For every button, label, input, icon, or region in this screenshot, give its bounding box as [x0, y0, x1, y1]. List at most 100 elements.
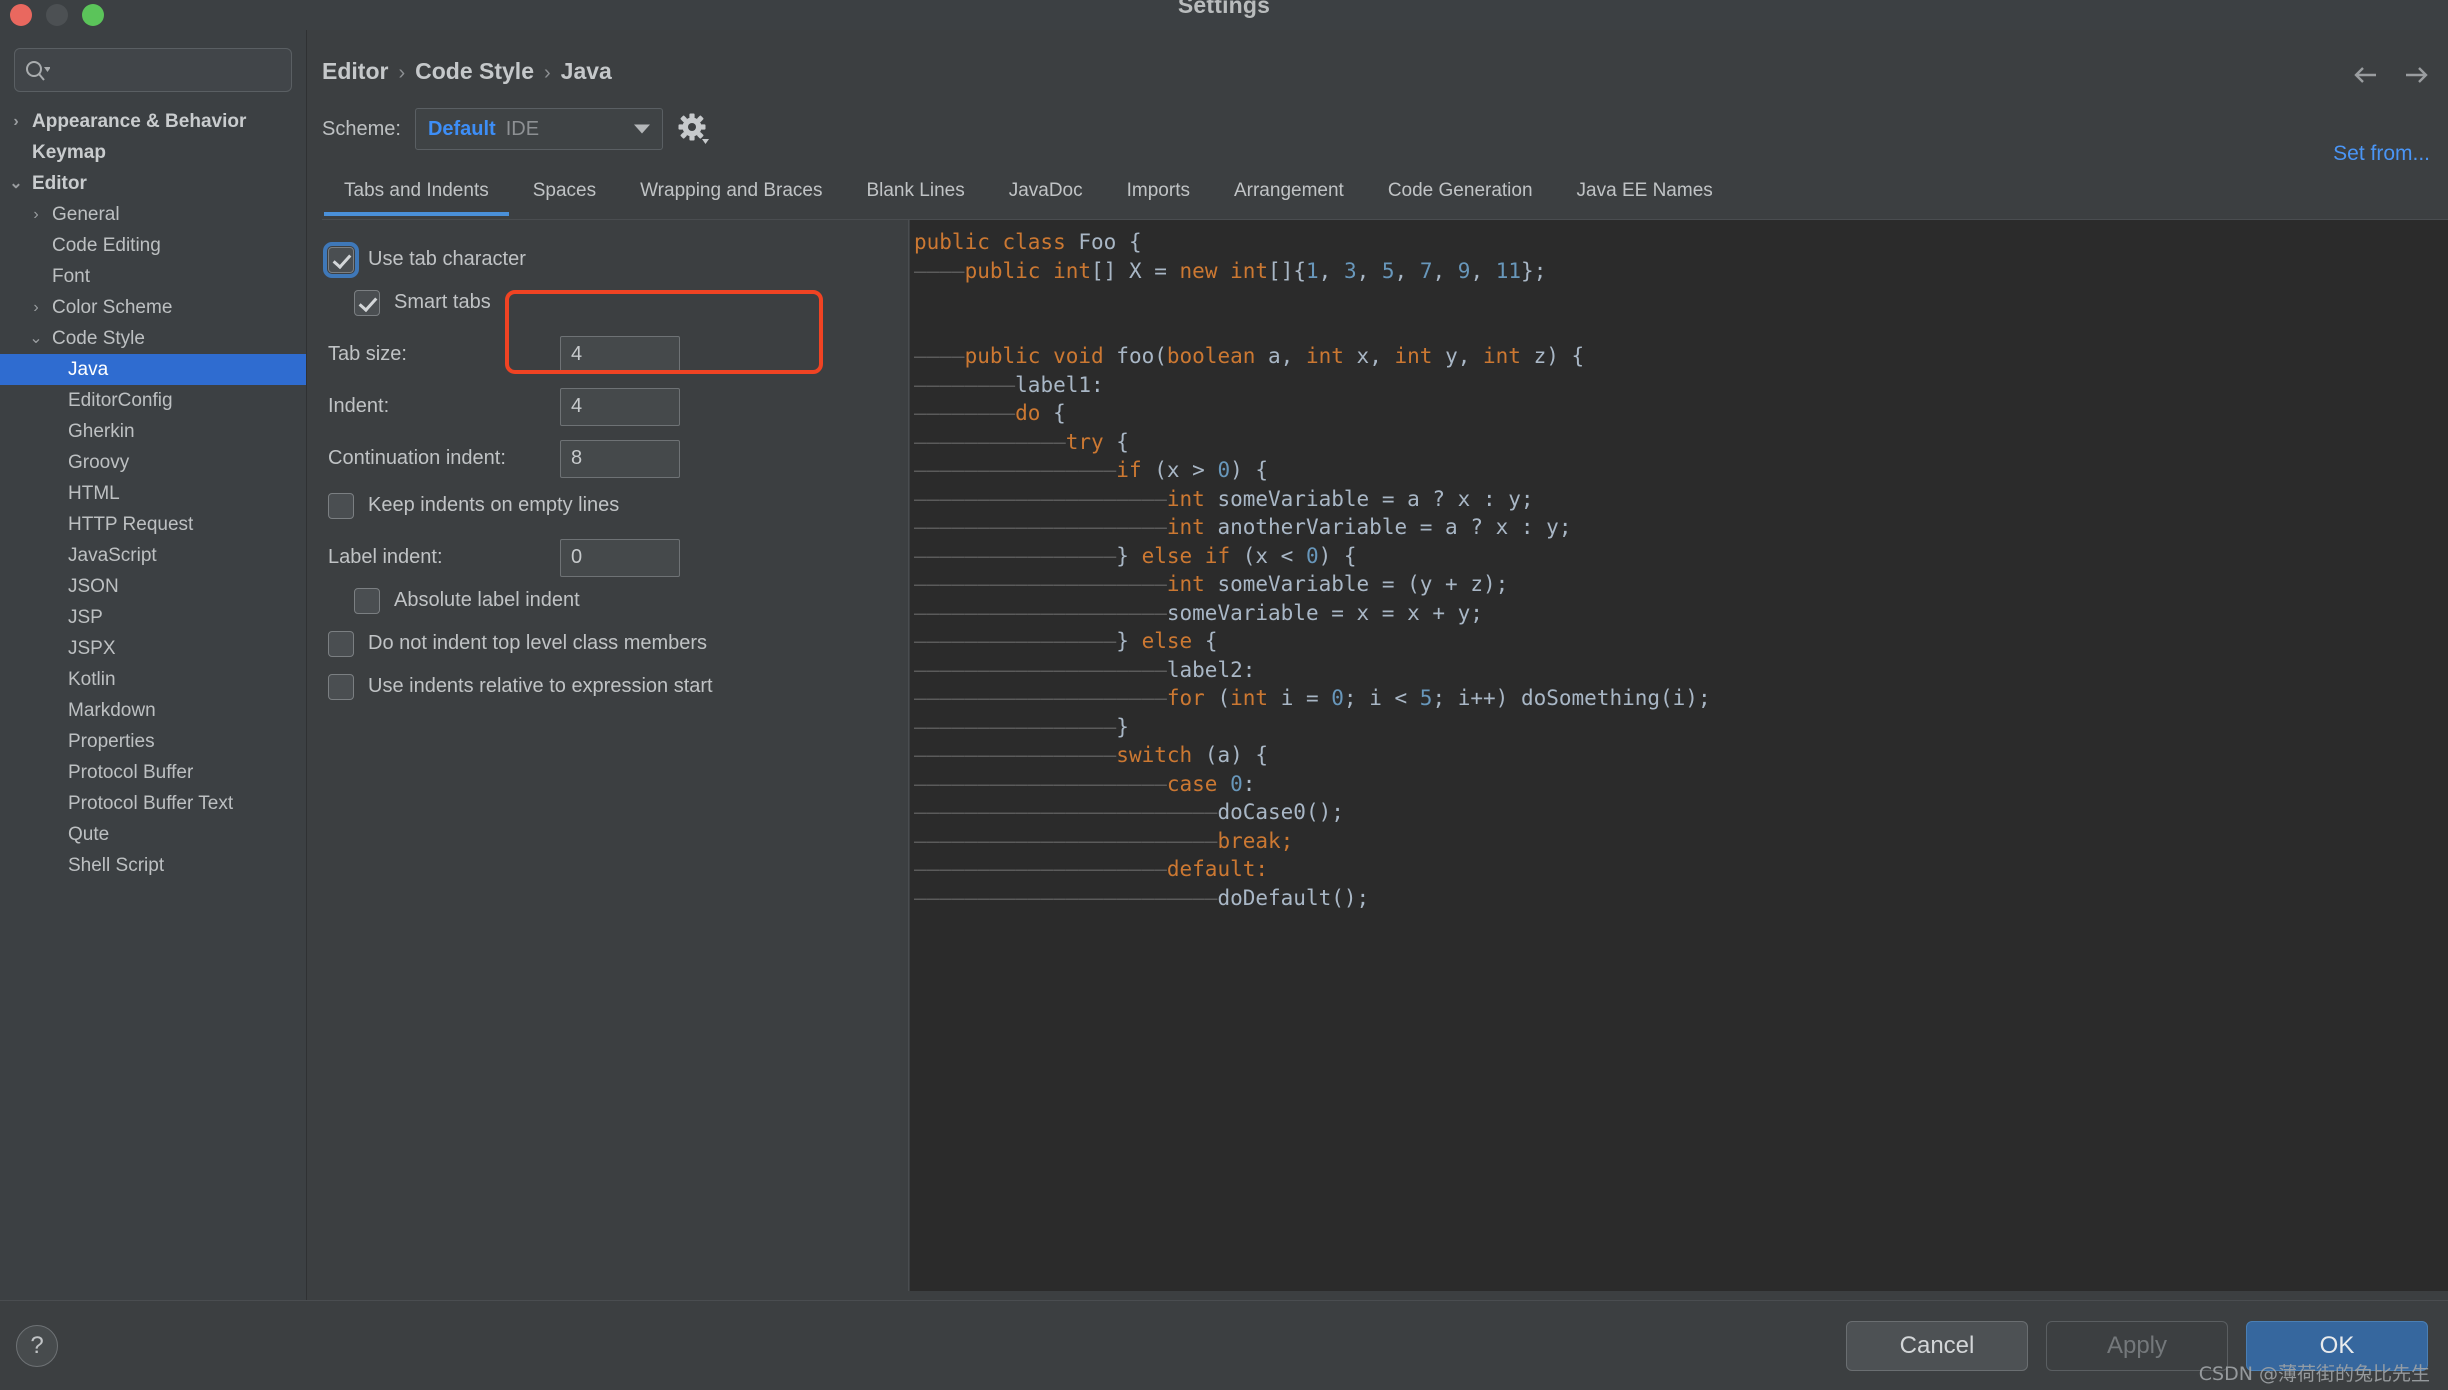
- sidebar-item-gherkin[interactable]: Gherkin: [0, 416, 306, 447]
- tab-spaces[interactable]: Spaces: [511, 176, 618, 216]
- chevron-down-icon[interactable]: ⌄: [28, 323, 44, 354]
- sidebar-item-protocol-buffer[interactable]: Protocol Buffer: [0, 757, 306, 788]
- settings-dialog: Settings › Appearance & Behavior Keymap ⌄ Ed…: [0, 0, 2448, 1390]
- sidebar-item-shell-script[interactable]: Shell Script: [0, 850, 306, 881]
- continuation-indent-row: Continuation indent:: [328, 437, 888, 480]
- absolute-label-indent-row[interactable]: Absolute label indent: [354, 579, 888, 622]
- code-keyword: default:: [1166, 857, 1269, 881]
- sidebar-item-color-scheme[interactable]: › Color Scheme: [0, 292, 306, 323]
- sidebar-item-jspx[interactable]: JSPX: [0, 633, 306, 664]
- code-line: ————————————————}: [914, 713, 2448, 742]
- sidebar-item-jsp[interactable]: JSP: [0, 602, 306, 633]
- label-indent-input[interactable]: [560, 538, 680, 577]
- use-tab-character-row[interactable]: Use tab character: [323, 238, 888, 281]
- code-number: 9: [1457, 258, 1471, 283]
- smart-tabs-row[interactable]: Smart tabs: [354, 281, 888, 324]
- set-from-link[interactable]: Set from...: [2333, 142, 2430, 166]
- chevron-right-icon[interactable]: ›: [28, 292, 44, 323]
- code-line: ————————————————————default:: [914, 855, 2448, 884]
- tab-indent-marker: ————————————————: [914, 543, 1117, 568]
- do-not-indent-top-level-checkbox[interactable]: [328, 630, 354, 657]
- sidebar-item-markdown[interactable]: Markdown: [0, 695, 306, 726]
- sidebar-item-label: Qute: [68, 824, 110, 845]
- tab-code-generation[interactable]: Code Generation: [1366, 176, 1555, 216]
- tab-blank-lines[interactable]: Blank Lines: [844, 176, 986, 216]
- sidebar-item-general[interactable]: › General: [0, 199, 306, 230]
- keep-indents-on-empty-lines-row[interactable]: Keep indents on empty lines: [328, 484, 888, 527]
- tabs-and-indents-options: Use tab character Smart tabs Tab size: I…: [308, 220, 909, 1291]
- code-line: public class Foo {: [914, 228, 2448, 257]
- code-text: (: [1217, 686, 1231, 710]
- sidebar-item-html[interactable]: HTML: [0, 478, 306, 509]
- smart-tabs-checkbox[interactable]: [354, 289, 380, 316]
- help-button[interactable]: ?: [16, 1325, 58, 1367]
- chevron-down-icon[interactable]: ⌄: [8, 168, 24, 199]
- sidebar-item-code-style[interactable]: ⌄ Code Style: [0, 323, 306, 354]
- sidebar-item-label: JSP: [68, 607, 103, 628]
- code-text: ,: [1470, 258, 1496, 283]
- sidebar-item-properties[interactable]: Properties: [0, 726, 306, 757]
- sidebar-item-font[interactable]: Font: [0, 261, 306, 292]
- gear-icon[interactable]: [677, 112, 711, 146]
- continuation-indent-input[interactable]: [560, 439, 680, 478]
- tab-javadoc[interactable]: JavaDoc: [987, 176, 1105, 216]
- code-number: 11: [1495, 258, 1522, 283]
- sidebar-item-keymap[interactable]: Keymap: [0, 137, 306, 168]
- search-icon: [24, 59, 51, 83]
- code-line: ————public int[] X = new int[]{1, 3, 5, …: [914, 257, 2448, 286]
- sidebar-item-http-request[interactable]: HTTP Request: [0, 509, 306, 540]
- breadcrumb-item[interactable]: Editor: [322, 58, 388, 84]
- chevron-down-icon: [633, 124, 650, 134]
- code-text: anotherVariable = a ? x : y;: [1217, 515, 1572, 539]
- arrow-left-icon[interactable]: [2352, 62, 2380, 88]
- cancel-button[interactable]: Cancel: [1846, 1321, 2028, 1371]
- breadcrumb-item[interactable]: Java: [561, 58, 612, 84]
- use-tab-character-checkbox[interactable]: [323, 241, 359, 278]
- tab-tabs-and-indents[interactable]: Tabs and Indents: [322, 176, 511, 216]
- sidebar-item-javascript[interactable]: JavaScript: [0, 540, 306, 571]
- tab-java-ee-names[interactable]: Java EE Names: [1555, 176, 1735, 216]
- search-input[interactable]: [57, 49, 285, 91]
- sidebar-item-protocol-buffer-text[interactable]: Protocol Buffer Text: [0, 788, 306, 819]
- chevron-right-icon[interactable]: ›: [8, 106, 24, 137]
- code-text: doCase0();: [1217, 800, 1344, 824]
- tab-indent-marker: ————————————————————————: [914, 828, 1218, 853]
- search-box[interactable]: [14, 48, 292, 92]
- tab-imports[interactable]: Imports: [1105, 176, 1212, 216]
- sidebar-item-json[interactable]: JSON: [0, 571, 306, 602]
- code-keyword: public class: [914, 230, 1079, 254]
- sidebar-item-label: Editor: [32, 173, 87, 194]
- breadcrumb-item[interactable]: Code Style: [415, 58, 534, 84]
- sidebar-item-groovy[interactable]: Groovy: [0, 447, 306, 478]
- scheme-dropdown[interactable]: Default IDE: [414, 108, 663, 150]
- sidebar-item-label: Kotlin: [68, 669, 116, 690]
- sidebar-item-kotlin[interactable]: Kotlin: [0, 664, 306, 695]
- sidebar-item-editor[interactable]: ⌄ Editor: [0, 168, 306, 199]
- use-indents-relative-row[interactable]: Use indents relative to expression start: [328, 665, 888, 708]
- keep-indents-on-empty-lines-checkbox[interactable]: [328, 492, 354, 519]
- do-not-indent-top-level-label: Do not indent top level class members: [368, 632, 708, 654]
- code-keyword: int: [1305, 344, 1357, 368]
- chevron-right-icon[interactable]: ›: [28, 199, 44, 230]
- tab-arrangement[interactable]: Arrangement: [1212, 176, 1366, 216]
- code-text: [] X =: [1091, 258, 1180, 283]
- absolute-label-indent-checkbox[interactable]: [354, 587, 380, 614]
- sidebar-item-qute[interactable]: Qute: [0, 819, 306, 850]
- sidebar-item-label: JavaScript: [68, 545, 157, 566]
- code-keyword: public void: [964, 344, 1117, 368]
- arrow-right-icon[interactable]: [2402, 62, 2430, 88]
- use-indents-relative-checkbox[interactable]: [328, 673, 354, 700]
- sidebar-item-appearance-behavior[interactable]: › Appearance & Behavior: [0, 106, 306, 137]
- tab-wrapping-and-braces[interactable]: Wrapping and Braces: [618, 176, 844, 216]
- sidebar-item-label: Markdown: [68, 700, 156, 721]
- sidebar-item-code-editing[interactable]: Code Editing: [0, 230, 306, 261]
- tab-size-input[interactable]: [560, 335, 680, 374]
- do-not-indent-top-level-row[interactable]: Do not indent top level class members: [328, 622, 888, 665]
- sidebar-item-editorconfig[interactable]: EditorConfig: [0, 385, 306, 416]
- tab-indent-marker: ————————————————: [914, 629, 1117, 653]
- code-line: ————————————————————for (int i = 0; i < …: [914, 684, 2448, 713]
- code-number: 5: [1381, 258, 1395, 283]
- sidebar-item-java[interactable]: Java: [0, 354, 306, 385]
- indent-input[interactable]: [560, 387, 680, 426]
